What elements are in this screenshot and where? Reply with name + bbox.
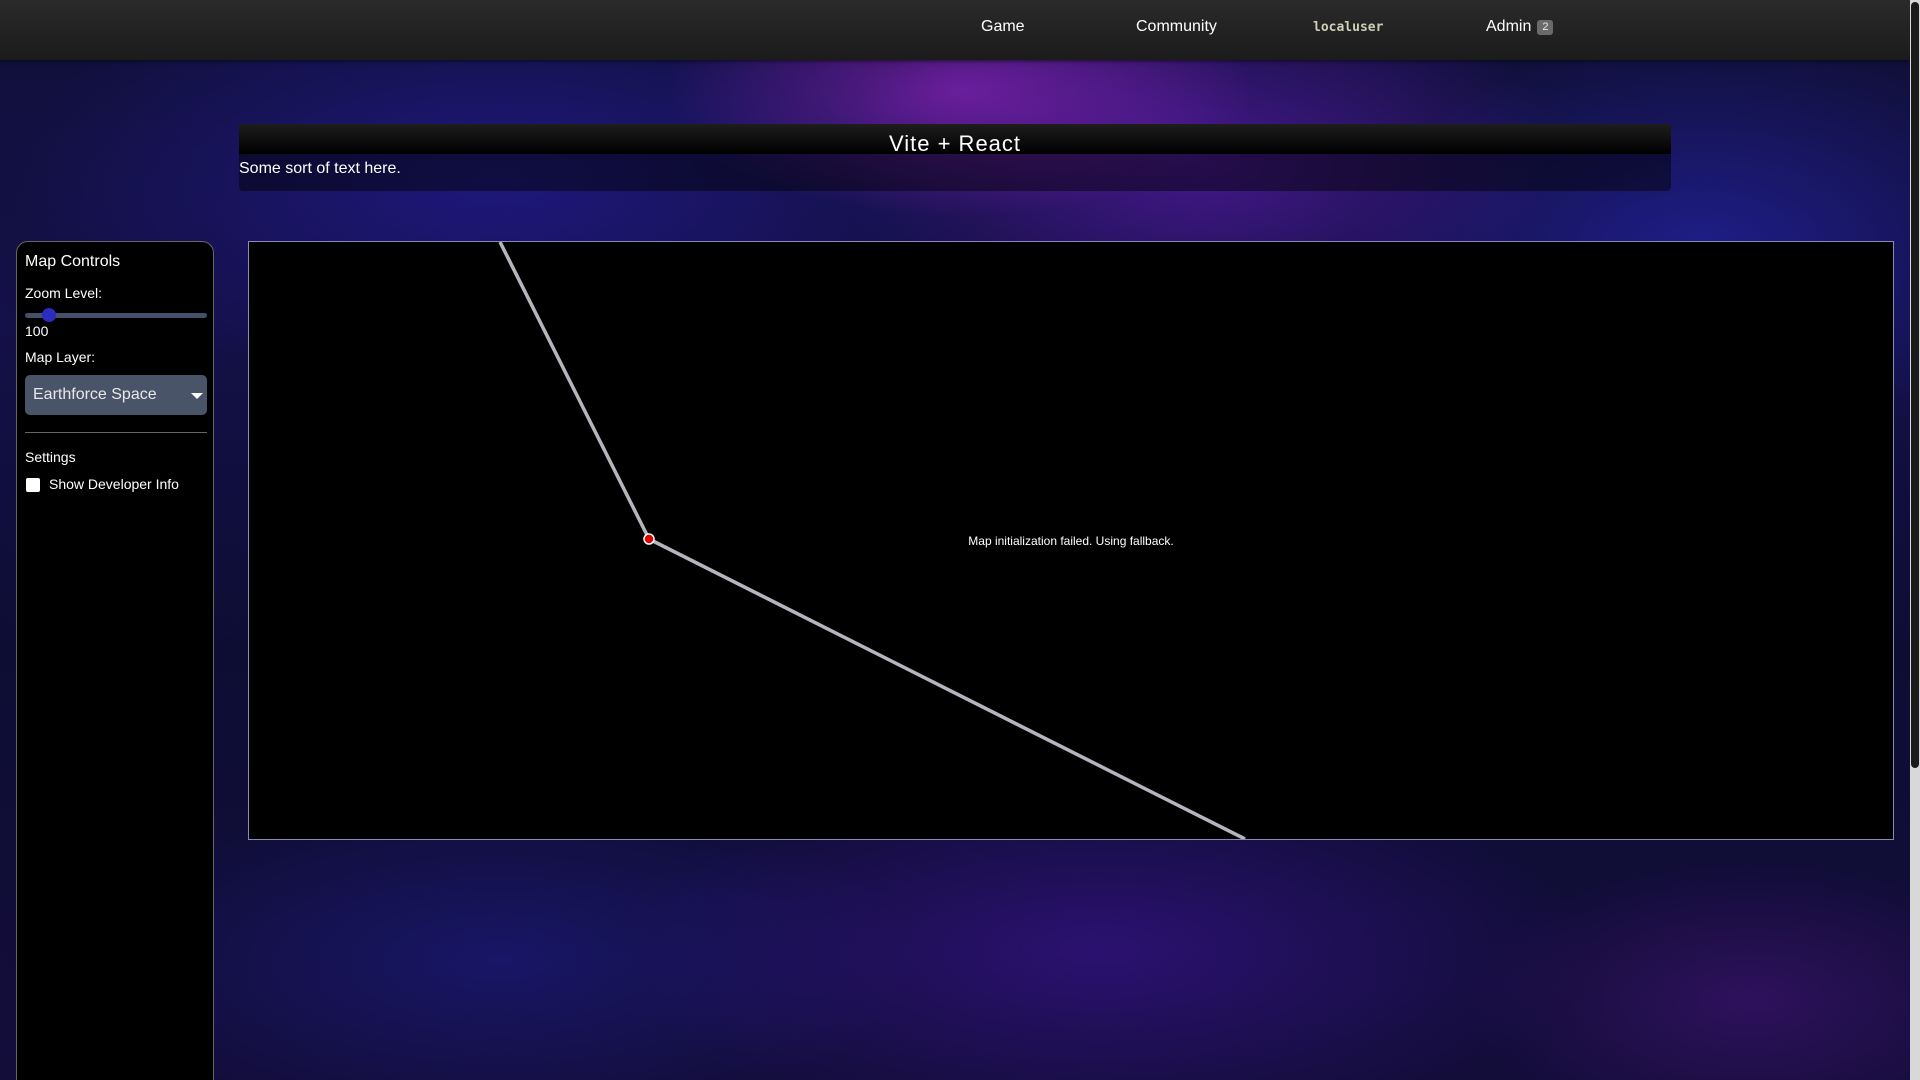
zoom-slider-thumb[interactable]: [41, 308, 56, 322]
map-layer-select[interactable]: Earthforce Space: [25, 375, 207, 415]
route-line: [648, 537, 1246, 839]
show-developer-info-label[interactable]: Show Developer Info: [49, 476, 179, 492]
zoom-level-label: Zoom Level:: [25, 285, 103, 301]
top-navigation-bar: Game Community localuser Admin 2: [0, 0, 1910, 60]
settings-heading: Settings: [25, 449, 76, 465]
map-error-message: Map initialization failed. Using fallbac…: [968, 534, 1174, 548]
map-controls-panel: Map Controls Zoom Level: 100 Map Layer: …: [16, 241, 214, 1080]
page-subtitle: Some sort of text here.: [239, 160, 401, 177]
admin-count-badge: 2: [1537, 20, 1554, 35]
nav-admin-label: Admin: [1486, 18, 1532, 35]
nav-admin-link[interactable]: Admin 2: [1486, 18, 1554, 36]
nav-user-link[interactable]: localuser: [1313, 20, 1383, 35]
chevron-down-icon: [191, 393, 203, 399]
map-layer-label: Map Layer:: [25, 349, 96, 365]
map-layer-selected-value: Earthforce Space: [33, 386, 157, 403]
nav-community-link[interactable]: Community: [1136, 18, 1217, 36]
sidebar-divider: [25, 432, 207, 433]
nav-game-link[interactable]: Game: [981, 18, 1025, 36]
page-scrollbar-thumb[interactable]: [1911, 2, 1919, 768]
zoom-level-value: 100: [25, 323, 49, 339]
header-panel: Vite + React Some sort of text here.: [239, 124, 1671, 191]
map-controls-title: Map Controls: [25, 253, 121, 270]
show-developer-info-checkbox[interactable]: [26, 478, 40, 492]
page-title: Vite + React: [239, 124, 1671, 156]
map-canvas[interactable]: Map initialization failed. Using fallbac…: [248, 241, 1894, 840]
route-line: [498, 242, 651, 540]
